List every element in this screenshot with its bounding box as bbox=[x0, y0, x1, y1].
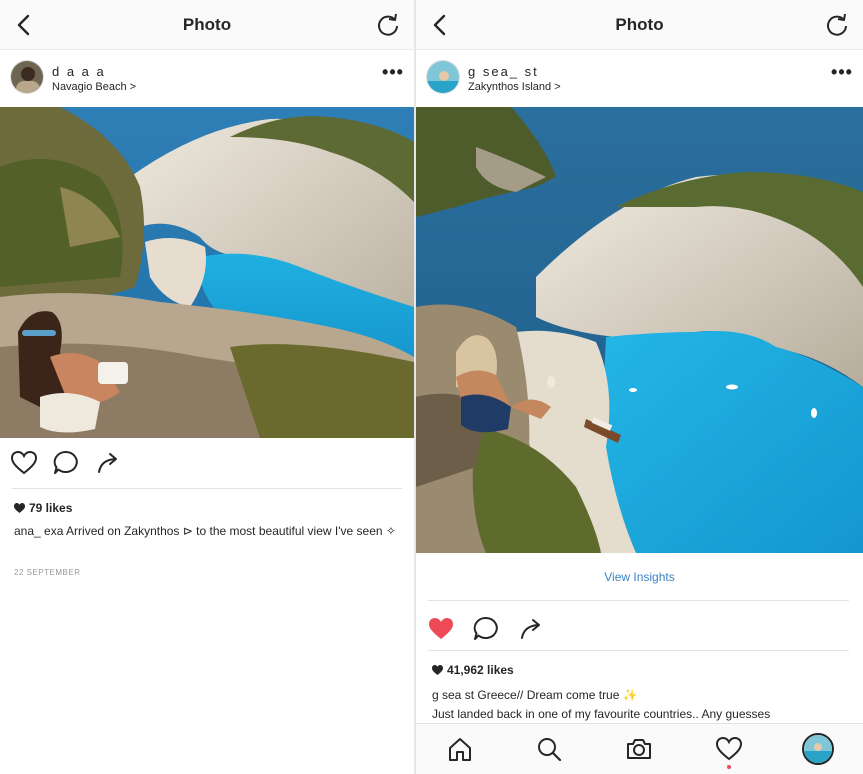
likes-text: 41,962 likes bbox=[447, 663, 514, 677]
separator bbox=[428, 600, 849, 601]
home-icon[interactable] bbox=[445, 734, 475, 764]
post-username[interactable]: d a a a bbox=[52, 64, 106, 79]
more-icon[interactable]: ••• bbox=[831, 63, 853, 81]
post-caption-line-1: g sea st Greece// Dream come true ✨ bbox=[432, 688, 638, 702]
post-location[interactable]: Zakynthos Island > bbox=[468, 81, 561, 93]
post-username[interactable]: g sea_ st bbox=[468, 64, 539, 79]
bottom-tab-bar bbox=[416, 723, 863, 774]
profile-avatar[interactable] bbox=[802, 733, 834, 765]
avatar[interactable] bbox=[10, 60, 44, 94]
post-location[interactable]: Navagio Beach > bbox=[52, 81, 136, 93]
heart-outline-icon[interactable] bbox=[9, 448, 39, 478]
comment-icon[interactable] bbox=[471, 614, 501, 644]
heart-small-icon bbox=[432, 665, 443, 675]
camera-icon[interactable] bbox=[624, 734, 654, 764]
post-caption: ana_ exa Arrived on Zakynthos ⊳ to the m… bbox=[14, 524, 396, 538]
separator bbox=[12, 488, 402, 489]
search-icon[interactable] bbox=[534, 734, 564, 764]
page-title: Photo bbox=[615, 15, 664, 34]
page-title: Photo bbox=[182, 15, 232, 34]
share-icon[interactable] bbox=[93, 448, 123, 478]
separator bbox=[428, 650, 849, 651]
avatar[interactable] bbox=[426, 60, 460, 94]
post-photo[interactable] bbox=[416, 107, 863, 553]
refresh-icon[interactable] bbox=[374, 11, 402, 39]
notification-dot bbox=[727, 765, 731, 769]
post-date: 22 SEPTEMBER bbox=[14, 568, 81, 577]
heart-filled-icon[interactable] bbox=[426, 614, 456, 644]
likes-count[interactable]: 79 likes bbox=[14, 501, 72, 515]
post-caption-line-2: Just landed back in one of my favourite … bbox=[432, 707, 771, 721]
likes-text: 79 likes bbox=[29, 501, 73, 515]
post-header: d a a a Navagio Beach > ••• bbox=[0, 51, 414, 107]
left-post-screen: Photo d a a a Navagio Beach > ••• 79 lik… bbox=[0, 0, 414, 774]
view-insights-link[interactable]: View Insights bbox=[416, 570, 863, 584]
refresh-icon[interactable] bbox=[823, 11, 851, 39]
heart-small-icon bbox=[14, 503, 25, 513]
post-actions bbox=[0, 440, 414, 486]
more-icon[interactable]: ••• bbox=[382, 63, 404, 81]
right-post-screen: Photo g sea_ st Zakynthos Island > ••• V… bbox=[416, 0, 863, 774]
activity-icon[interactable] bbox=[714, 734, 744, 764]
top-navigation-bar: Photo bbox=[0, 0, 414, 50]
post-actions bbox=[416, 606, 863, 652]
post-photo[interactable] bbox=[0, 107, 414, 438]
post-header: g sea_ st Zakynthos Island > ••• bbox=[416, 51, 863, 107]
comment-icon[interactable] bbox=[51, 448, 81, 478]
share-icon[interactable] bbox=[516, 614, 546, 644]
top-navigation-bar: Photo bbox=[416, 0, 863, 50]
likes-count[interactable]: 41,962 likes bbox=[432, 663, 514, 677]
